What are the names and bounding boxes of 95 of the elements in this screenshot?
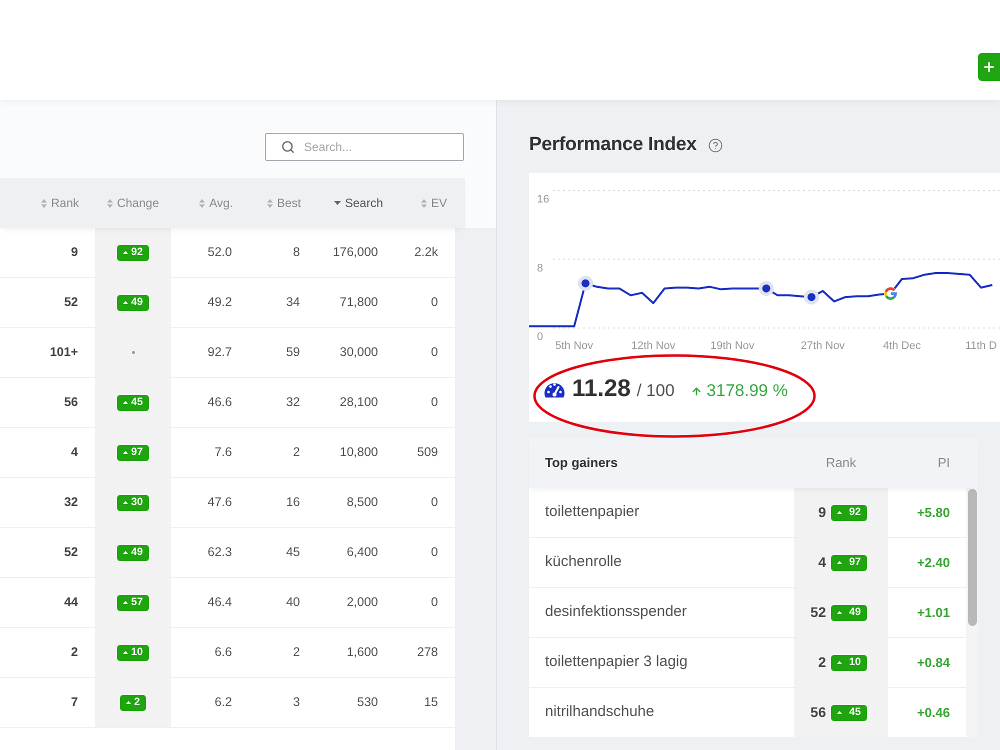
table-cell-text: 7.6 [214, 444, 233, 462]
table-cell-text: 46.6 [206, 394, 233, 412]
table-cell-text: 71,800 [338, 294, 379, 312]
rank-value: 9 [818, 503, 826, 522]
score-scale: / 100 [636, 382, 675, 399]
axis-label: 4th Dec [882, 340, 921, 352]
table-cell-text: 2 [292, 644, 301, 662]
table-cell-text: 0 [430, 594, 439, 612]
table-cell-text: 34 [285, 294, 301, 312]
table-cell-text: 15 [423, 694, 439, 712]
table-cell-text: 0 [430, 494, 439, 512]
table-cell-text: 530 [356, 694, 379, 712]
table-cell-text: 7 [70, 694, 79, 712]
table-cell-text: 2 [292, 444, 301, 462]
table-cell-text: 101+ [48, 344, 79, 362]
table-cell-text: 0 [430, 394, 439, 412]
change-value: 92 [849, 507, 861, 518]
table-cell-text: 176,000 [332, 244, 379, 262]
pi-value: +5.80 [917, 504, 950, 522]
change-value: 49 [131, 547, 143, 558]
rank-value: 52 [810, 603, 826, 622]
change-value: 30 [131, 497, 143, 508]
axis-label: 16 [537, 194, 550, 206]
keyword-text: toilettenpapier [545, 502, 640, 522]
panel-title: Performance Index [529, 132, 697, 157]
change-value: 57 [131, 597, 143, 608]
change-percent: 3178.99 % [706, 382, 788, 398]
pi-value: +2.40 [917, 554, 950, 572]
column-title: Top gainers [545, 454, 618, 472]
change-value: 92 [131, 247, 143, 258]
table-cell-text: 6.2 [214, 694, 233, 712]
keyword-text: küchenrolle [545, 552, 622, 572]
keyword-text: nitrilhandschuhe [545, 702, 654, 722]
table-cell-text: 52 [63, 544, 79, 562]
change-value: 10 [849, 657, 861, 668]
table-cell-text: 44 [63, 594, 79, 612]
pi-value: +0.46 [917, 704, 950, 722]
table-cell-text: 0 [430, 344, 439, 362]
table-cell-text: 10,800 [338, 444, 379, 462]
pi-value: +0.84 [917, 654, 950, 672]
axis-label: 11th D [965, 340, 997, 352]
table-cell-text: 0 [430, 294, 439, 312]
table-cell-text: 40 [285, 594, 301, 612]
change-value: 45 [131, 397, 143, 408]
table-cell-text: 62.3 [206, 544, 233, 562]
table-cell-text: 16 [285, 494, 301, 512]
change-value: 45 [849, 707, 861, 718]
axis-label: 12th Nov [631, 340, 676, 352]
table-cell-text: 4 [70, 444, 79, 462]
table-cell-text: 56 [63, 394, 79, 412]
table-cell-text: 6,400 [346, 544, 379, 562]
rank-value: 2 [818, 653, 826, 672]
table-cell-text: 92.7 [206, 344, 233, 362]
rank-value: 4 [818, 553, 826, 572]
table-cell-text: 6.6 [214, 644, 233, 662]
table-cell-text: 45 [285, 544, 301, 562]
table-cell-text: 47.6 [206, 494, 233, 512]
table-cell-text: 3 [292, 694, 301, 712]
table-cell-text: 9 [70, 244, 79, 262]
axis-label: 0 [537, 331, 544, 343]
change-value: 49 [849, 607, 861, 618]
change-value: 97 [131, 447, 143, 458]
change-value: 97 [849, 557, 861, 568]
table-cell-text: 52 [63, 294, 79, 312]
table-cell-text: 59 [285, 344, 301, 362]
table-cell-text: 32 [63, 494, 79, 512]
column-title: PI [938, 454, 950, 472]
table-cell-text: 52.0 [206, 244, 233, 262]
table-cell-text: 49.2 [206, 294, 233, 312]
axis-label: 5th Nov [555, 340, 594, 352]
axis-label: 19th Nov [710, 340, 754, 352]
table-cell-text: 2,000 [346, 594, 379, 612]
rank-value: 56 [810, 703, 826, 722]
keyword-text: desinfektionsspender [545, 602, 687, 622]
table-cell-text: 46.4 [206, 594, 233, 612]
table-cell-text: 1,600 [346, 644, 379, 662]
axis-label: 8 [537, 262, 544, 274]
change-value: 49 [131, 297, 143, 308]
table-cell-text: 2.2k [413, 244, 439, 262]
table-cell-text: 0 [430, 544, 439, 562]
table-cell-text: 28,100 [338, 394, 379, 412]
table-cell-text: 8,500 [346, 494, 379, 512]
keyword-text: toilettenpapier 3 lagig [545, 652, 688, 672]
change-value: 10 [131, 647, 143, 658]
score-value: 11.28 [572, 377, 631, 401]
table-cell-text: 509 [416, 444, 439, 462]
change-value: 2 [134, 697, 140, 708]
table-cell-text: 278 [416, 644, 439, 662]
table-cell-text: 30,000 [338, 344, 379, 362]
table-cell-text: 32 [285, 394, 301, 412]
table-cell-text: 8 [292, 244, 301, 262]
column-title: Rank [826, 454, 856, 472]
axis-label: 27th Nov [800, 340, 845, 352]
table-cell-text: 2 [70, 644, 79, 662]
pi-value: +1.01 [917, 604, 950, 622]
